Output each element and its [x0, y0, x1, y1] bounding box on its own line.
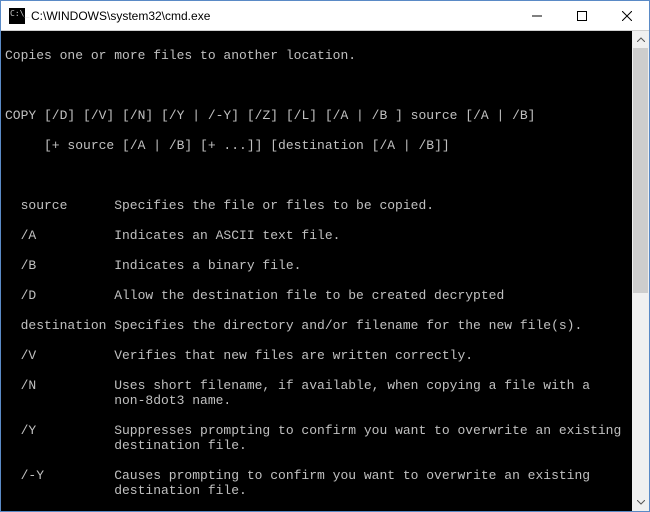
option-row: /VVerifies that new files are written co…	[5, 348, 628, 363]
option-name: destination	[5, 318, 114, 333]
minimize-button[interactable]	[514, 1, 559, 30]
option-desc: Uses short filename, if available, when …	[114, 378, 628, 408]
option-row: /YSuppresses prompting to confirm you wa…	[5, 423, 628, 453]
window-title: C:\WINDOWS\system32\cmd.exe	[31, 9, 514, 23]
option-name: /B	[5, 258, 114, 273]
client-area: Copies one or more files to another loca…	[1, 31, 649, 511]
syntax-line-2: [+ source [/A | /B] [+ ...]] [destinatio…	[5, 138, 628, 153]
option-name: /Y	[5, 423, 114, 453]
scroll-track[interactable]	[632, 48, 649, 494]
option-row: /-YCauses prompting to confirm you want …	[5, 468, 628, 498]
option-row: /BIndicates a binary file.	[5, 258, 628, 273]
option-desc: Indicates an ASCII text file.	[114, 228, 628, 243]
option-name: /D	[5, 288, 114, 303]
help-summary: Copies one or more files to another loca…	[5, 48, 628, 63]
chevron-down-icon	[637, 500, 645, 505]
option-row: /AIndicates an ASCII text file.	[5, 228, 628, 243]
option-name: /A	[5, 228, 114, 243]
minimize-icon	[532, 11, 542, 21]
option-row: /DAllow the destination file to be creat…	[5, 288, 628, 303]
option-name: /-Y	[5, 468, 114, 498]
console-output[interactable]: Copies one or more files to another loca…	[1, 31, 632, 511]
maximize-icon	[577, 11, 587, 21]
scroll-up-button[interactable]	[632, 31, 649, 48]
option-desc: Specifies the directory and/or filename …	[114, 318, 628, 333]
blank-line	[5, 78, 628, 93]
option-desc: Allow the destination file to be created…	[114, 288, 628, 303]
cmd-icon	[9, 8, 25, 24]
option-name: source	[5, 198, 114, 213]
window-controls	[514, 1, 649, 30]
close-button[interactable]	[604, 1, 649, 30]
option-desc: Verifies that new files are written corr…	[114, 348, 628, 363]
option-desc: Causes prompting to confirm you want to …	[114, 468, 628, 498]
blank-line	[5, 168, 628, 183]
syntax-line-1: COPY [/D] [/V] [/N] [/Y | /-Y] [/Z] [/L]…	[5, 108, 628, 123]
close-icon	[622, 11, 632, 21]
option-row: /NUses short filename, if available, whe…	[5, 378, 628, 408]
option-desc: Specifies the file or files to be copied…	[114, 198, 628, 213]
titlebar: C:\WINDOWS\system32\cmd.exe	[1, 1, 649, 31]
option-name: /N	[5, 378, 114, 408]
option-desc: Indicates a binary file.	[114, 258, 628, 273]
option-name: /V	[5, 348, 114, 363]
maximize-button[interactable]	[559, 1, 604, 30]
scroll-down-button[interactable]	[632, 494, 649, 511]
chevron-up-icon	[637, 37, 645, 42]
option-desc: Suppresses prompting to confirm you want…	[114, 423, 628, 453]
option-row: sourceSpecifies the file or files to be …	[5, 198, 628, 213]
vertical-scrollbar[interactable]	[632, 31, 649, 511]
option-row: destinationSpecifies the directory and/o…	[5, 318, 628, 333]
scroll-thumb[interactable]	[633, 48, 648, 293]
